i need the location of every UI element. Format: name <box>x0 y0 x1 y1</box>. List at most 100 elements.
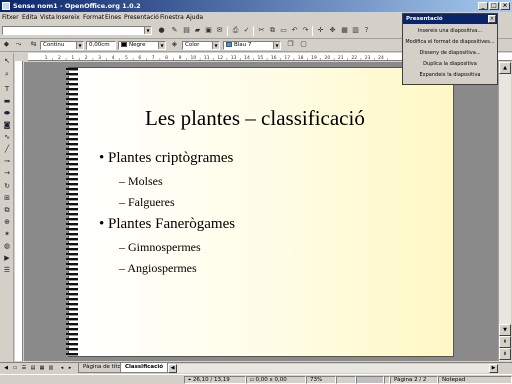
sub-bullet-item[interactable]: – Angiospermes <box>119 261 197 276</box>
copy-icon[interactable]: ⧉ <box>268 26 277 35</box>
area-color-select[interactable]: Blau 7 ▼ <box>223 41 281 50</box>
rotate-icon[interactable]: ↻ <box>2 181 12 191</box>
vertical-ruler[interactable] <box>15 61 23 361</box>
shadow-icon[interactable]: ❐ <box>286 40 295 49</box>
first-tab-button[interactable]: ◀ <box>2 364 10 372</box>
menu-format[interactable]: Format <box>83 14 104 21</box>
menu-fitxer[interactable]: Fitxer <box>2 14 19 21</box>
area-style-select[interactable]: Color ▼ <box>182 41 220 50</box>
line-icon[interactable]: ⤳ <box>14 40 23 49</box>
next-tab-icon[interactable]: ▸ <box>66 364 74 372</box>
chevron-down-icon[interactable]: ▼ <box>144 27 151 34</box>
line-width-field[interactable]: 0,00cm <box>86 41 116 50</box>
arrow-style-icon[interactable]: ⇆ <box>29 40 38 49</box>
menu-ajuda[interactable]: Ajuda <box>186 14 203 21</box>
scroll-right-button[interactable]: ▶ <box>489 364 498 373</box>
vertical-scrollbar[interactable]: ▲ ▼ ⇞ ⇟ <box>498 62 511 361</box>
insert-slide-button[interactable]: Insereix una diapositiva... <box>403 26 497 37</box>
help-icon[interactable]: ? <box>362 26 371 35</box>
menu-presentacio[interactable]: Presentació <box>124 14 159 21</box>
menu-edita[interactable]: Edita <box>22 14 37 21</box>
cut-icon[interactable]: ✂ <box>257 26 266 35</box>
alignment-icon[interactable]: ⊞ <box>2 193 12 203</box>
stop-icon[interactable]: ● <box>157 26 166 35</box>
handout-view-icon[interactable]: ▦ <box>38 364 46 372</box>
minimize-button[interactable]: _ <box>478 2 488 10</box>
email-icon[interactable]: ✉ <box>215 26 224 35</box>
arrange-icon[interactable]: ⧉ <box>2 205 12 215</box>
cube-icon[interactable]: ◙ <box>2 120 12 130</box>
modify-layout-button[interactable]: Modifica el format de diapositives... <box>403 37 497 48</box>
sub-bullet-item[interactable]: – Falgueres <box>119 195 175 210</box>
line-style-select[interactable]: Continu ▼ <box>40 41 84 50</box>
expand-slide-button[interactable]: Expandeix la diapositiva <box>403 70 497 81</box>
slide-design-button[interactable]: Disseny de diapositiva... <box>403 48 497 59</box>
edit-file-icon[interactable]: ✎ <box>170 26 179 35</box>
bullet-item[interactable]: • Plantes Fanerògames <box>99 216 235 233</box>
zoom-icon[interactable]: ⌕ <box>2 69 12 79</box>
scroll-down-button[interactable]: ▼ <box>499 324 511 336</box>
slide-show-icon[interactable]: ▶ <box>2 253 12 263</box>
curve-icon[interactable]: ∿ <box>2 132 12 142</box>
print-icon[interactable]: ⎙ <box>231 26 240 35</box>
duplicate-slide-button[interactable]: Duplica la diapositiva <box>403 59 497 70</box>
navigator-icon[interactable]: ✥ <box>328 26 337 35</box>
panel-title[interactable]: Presentació <box>403 14 497 24</box>
close-icon[interactable]: × <box>488 15 496 23</box>
line-tool-icon[interactable]: ╱ <box>2 144 12 154</box>
connector-icon[interactable]: ⊸ <box>2 156 12 166</box>
previous-page-button[interactable]: ⇞ <box>499 336 511 348</box>
sorter-view-icon[interactable]: ▥ <box>47 364 55 372</box>
close-button[interactable]: × <box>500 2 510 10</box>
line-end-icon[interactable]: ◆ <box>2 40 11 49</box>
menu-finestra[interactable]: Finestra <box>160 14 184 21</box>
sub-bullet-item[interactable]: – Gimnospermes <box>119 240 201 255</box>
paste-icon[interactable]: ▭ <box>279 26 288 35</box>
prev-tab-icon[interactable]: ◂ <box>58 364 66 372</box>
open-icon[interactable]: ▰ <box>193 26 202 35</box>
chevron-down-icon[interactable]: ▼ <box>76 42 83 49</box>
slide-view-icon[interactable]: ▭ <box>11 364 19 372</box>
scroll-up-button[interactable]: ▲ <box>499 62 511 74</box>
next-page-button[interactable]: ⇟ <box>499 348 511 360</box>
horizontal-scrollbar[interactable]: ◀ ▶ <box>168 364 498 373</box>
selection-mode[interactable] <box>356 376 384 384</box>
bring-front-icon[interactable]: ▢ <box>299 40 308 49</box>
chevron-down-icon[interactable]: ▼ <box>212 42 219 49</box>
chevron-down-icon[interactable]: ▼ <box>158 42 165 49</box>
redo-icon[interactable]: ↷ <box>301 26 310 35</box>
interaction-icon[interactable]: ☰ <box>2 265 12 275</box>
text-icon[interactable]: T <box>2 84 12 94</box>
chevron-down-icon[interactable]: ▼ <box>273 42 280 49</box>
bullet-item[interactable]: • Plantes criptògrames <box>99 150 233 167</box>
slide-title[interactable]: Les plantes – classificació <box>145 106 365 131</box>
rectangle-icon[interactable]: ▬ <box>2 96 12 106</box>
insert-icon[interactable]: ⊕ <box>2 217 12 227</box>
gallery-icon[interactable]: ▦ <box>340 26 349 35</box>
sub-bullet-item[interactable]: – Molses <box>119 174 163 189</box>
area-icon[interactable]: ◈ <box>170 40 179 49</box>
menu-insereix[interactable]: Insereix <box>56 14 80 21</box>
maximize-button[interactable]: □ <box>489 2 499 10</box>
spellcheck-icon[interactable]: ✓ <box>242 26 251 35</box>
url-field[interactable]: ▼ <box>2 26 152 35</box>
effects-icon[interactable]: ✶ <box>2 229 12 239</box>
3d-objects-icon[interactable]: ◍ <box>2 241 12 251</box>
line-color-select[interactable]: Negre ▼ <box>118 41 166 50</box>
zoom-level[interactable]: 73% <box>306 376 336 384</box>
new-document-icon[interactable]: ▤ <box>182 26 191 35</box>
table-icon[interactable]: ▥ <box>351 26 360 35</box>
select-arrow-icon[interactable]: ↖ <box>2 56 12 66</box>
slide[interactable]: Les plantes – classificació • Plantes cr… <box>68 67 454 357</box>
menu-vista[interactable]: Vista <box>40 14 55 21</box>
save-icon[interactable]: ▣ <box>204 26 213 35</box>
ellipse-icon[interactable]: ⬬ <box>2 108 12 118</box>
arrow-line-icon[interactable]: → <box>2 168 12 178</box>
undo-icon[interactable]: ↶ <box>290 26 299 35</box>
scroll-left-button[interactable]: ◀ <box>168 364 177 373</box>
cross-icon[interactable]: ✛ <box>316 26 325 35</box>
notes-view-icon[interactable]: ▤ <box>29 364 37 372</box>
outline-view-icon[interactable]: ☰ <box>20 364 28 372</box>
tab-classificacio[interactable]: Classificació <box>120 363 169 373</box>
menu-eines[interactable]: Eines <box>105 14 121 21</box>
